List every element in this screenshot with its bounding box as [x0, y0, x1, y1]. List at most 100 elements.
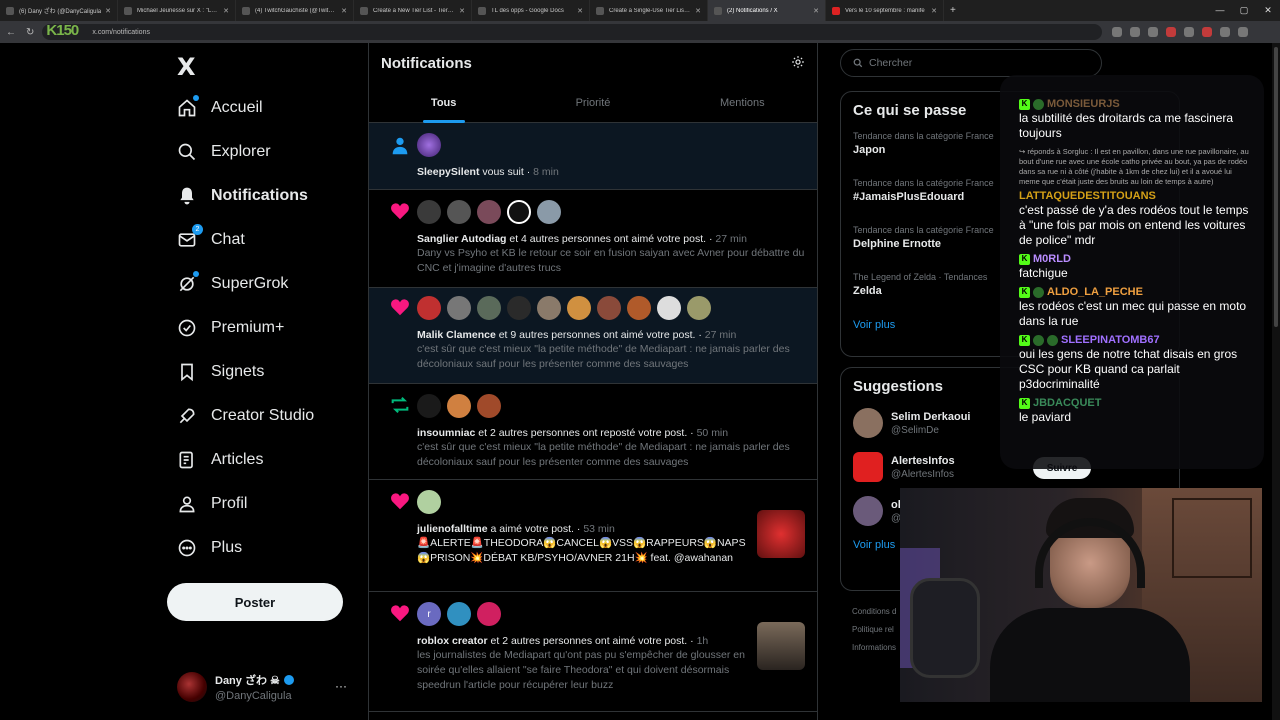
- browser-tab[interactable]: TL des opps - Google Docs ✕: [472, 0, 590, 21]
- sidebar-item-creator-studio[interactable]: Creator Studio: [177, 401, 314, 431]
- page-scrollbar[interactable]: [1272, 43, 1280, 720]
- account-switcher[interactable]: Dany ざわ ☠ @DanyCaligula ···: [177, 667, 357, 707]
- extension-icon[interactable]: [1148, 27, 1159, 37]
- suggestion-name: Selim Derkaoui: [891, 410, 971, 423]
- avatar[interactable]: [417, 490, 441, 514]
- extension-icon[interactable]: [1112, 27, 1123, 37]
- extensions-bar: [1112, 27, 1249, 37]
- post-button[interactable]: Poster: [167, 583, 343, 621]
- avatar[interactable]: [537, 200, 561, 224]
- avatar[interactable]: [477, 296, 501, 320]
- back-arrow-icon[interactable]: ←: [6, 27, 16, 38]
- avatar[interactable]: [417, 394, 441, 418]
- avatar[interactable]: r: [417, 602, 441, 626]
- notification-actor[interactable]: roblox creator: [417, 635, 488, 647]
- avatar[interactable]: [567, 296, 591, 320]
- sidebar-item-signets[interactable]: Signets: [177, 357, 264, 387]
- avatar[interactable]: [477, 200, 501, 224]
- more-icon[interactable]: ···: [335, 679, 347, 693]
- notification-actor[interactable]: insoumniac: [417, 427, 475, 439]
- avatar[interactable]: [447, 602, 471, 626]
- avatar[interactable]: [447, 296, 471, 320]
- notification-action: vous suit: [479, 166, 524, 178]
- sidebar-item-articles[interactable]: Articles: [177, 445, 263, 475]
- notification-actor[interactable]: SleepySilent: [417, 166, 479, 178]
- reload-icon[interactable]: ↻: [26, 27, 34, 38]
- extension-icon[interactable]: [1184, 27, 1195, 37]
- sidebar-item-plus[interactable]: Plus: [177, 533, 242, 563]
- browser-tab[interactable]: (6) Dany ざわ (@DanyCaligula ✕: [0, 0, 118, 21]
- extension-icon[interactable]: [1130, 27, 1141, 37]
- avatar[interactable]: [507, 296, 531, 320]
- close-icon[interactable]: ✕: [931, 7, 937, 15]
- sidebar-item-supergrok[interactable]: SuperGrok: [177, 269, 288, 299]
- footer-link[interactable]: Conditions d: [852, 603, 896, 621]
- avatar[interactable]: [597, 296, 621, 320]
- new-tab-button[interactable]: +: [944, 5, 962, 16]
- notification-actor[interactable]: Sanglier Autodiag: [417, 233, 506, 245]
- avatar: [853, 452, 883, 482]
- gear-icon[interactable]: [791, 55, 805, 69]
- heart-icon: [391, 605, 409, 622]
- sidebar-item-explorer[interactable]: Explorer: [177, 137, 271, 167]
- tab-mentions[interactable]: Mentions: [668, 87, 817, 123]
- avatar[interactable]: [507, 200, 531, 224]
- maximize-button[interactable]: ▢: [1232, 0, 1256, 21]
- avatar[interactable]: [417, 133, 441, 157]
- sidebar-item-profil[interactable]: Profil: [177, 489, 247, 519]
- browser-tab-active[interactable]: (2) Notifications / X ✕: [708, 0, 826, 21]
- close-icon[interactable]: ✕: [459, 7, 465, 15]
- close-icon[interactable]: ✕: [223, 7, 229, 15]
- close-icon[interactable]: ✕: [695, 7, 701, 15]
- x-logo[interactable]: X: [177, 53, 196, 81]
- notification-item[interactable]: Malik Clamence et 9 autres personnes ont…: [369, 288, 817, 384]
- url-field[interactable]: K150 x.com/notifications: [42, 22, 1103, 40]
- close-icon[interactable]: ✕: [341, 7, 347, 15]
- avatar[interactable]: [537, 296, 561, 320]
- close-window-button[interactable]: ✕: [1256, 0, 1280, 21]
- post-thumbnail[interactable]: [757, 622, 805, 670]
- kick-badge-icon: K: [1019, 98, 1030, 110]
- extension-icon[interactable]: [1220, 27, 1231, 37]
- tab-tous[interactable]: Tous: [369, 87, 518, 123]
- notification-actor[interactable]: julienofalltime: [417, 523, 488, 535]
- footer-link[interactable]: Politique rel: [852, 621, 896, 639]
- browser-tab[interactable]: (4) TwitchGauchiste (@TwitchG ✕: [236, 0, 354, 21]
- notification-item[interactable]: insoumniac et 2 autres personnes ont rep…: [369, 384, 817, 480]
- notification-item[interactable]: julienofalltime a aimé votre post. · 53 …: [369, 480, 817, 592]
- sidebar-item-notifications[interactable]: Notifications: [177, 181, 308, 211]
- search-input[interactable]: Chercher: [840, 49, 1102, 77]
- scrollbar-thumb[interactable]: [1274, 47, 1278, 327]
- close-icon[interactable]: ✕: [577, 7, 583, 15]
- sidebar-item-accueil[interactable]: Accueil: [177, 93, 263, 123]
- extension-icon[interactable]: [1166, 27, 1177, 37]
- extension-icon[interactable]: [1202, 27, 1213, 37]
- notification-item[interactable]: r roblox creator et 2 autres personnes o…: [369, 592, 817, 712]
- tab-priorite[interactable]: Priorité: [518, 87, 667, 123]
- extension-icon[interactable]: [1238, 27, 1249, 37]
- close-icon[interactable]: ✕: [813, 7, 819, 15]
- notification-item[interactable]: SleepySilent vous suit · 8 min: [369, 123, 817, 190]
- browser-tab[interactable]: Create a New Tier List - TierMa ✕: [354, 0, 472, 21]
- avatar[interactable]: [657, 296, 681, 320]
- footer-link[interactable]: Informations: [852, 639, 896, 657]
- browser-tab[interactable]: Michael Jeunesse sur X : "Le su ✕: [118, 0, 236, 21]
- avatar[interactable]: [477, 602, 501, 626]
- avatar[interactable]: [447, 200, 471, 224]
- browser-tab[interactable]: Create a Single-Use Tier List (F ✕: [590, 0, 708, 21]
- avatar[interactable]: [417, 200, 441, 224]
- minimize-button[interactable]: —: [1208, 0, 1232, 21]
- close-icon[interactable]: ✕: [105, 7, 111, 15]
- notification-item[interactable]: Sanglier Autodiag et 4 autres personnes …: [369, 190, 817, 288]
- browser-tab[interactable]: Vers le 10 septembre : manife ✕: [826, 0, 944, 21]
- sidebar-item-chat[interactable]: 2 Chat: [177, 224, 245, 255]
- avatar[interactable]: [417, 296, 441, 320]
- notification-time: 1h: [696, 635, 709, 647]
- notification-actor[interactable]: Malik Clamence: [417, 329, 496, 341]
- post-thumbnail[interactable]: [757, 510, 805, 558]
- avatar[interactable]: [627, 296, 651, 320]
- sidebar-item-premium[interactable]: Premium+: [177, 313, 284, 343]
- avatar[interactable]: [447, 394, 471, 418]
- avatar[interactable]: [477, 394, 501, 418]
- avatar[interactable]: [687, 296, 711, 320]
